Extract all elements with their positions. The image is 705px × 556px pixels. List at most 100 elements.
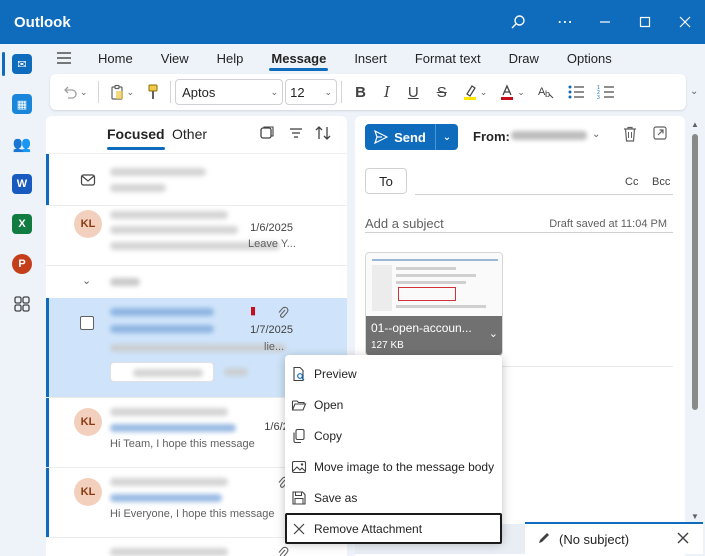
menu-item-save-as[interactable]: Save as (285, 482, 502, 513)
window-controls: ⋯ (545, 0, 705, 44)
section-older[interactable]: ⌄ (46, 266, 347, 296)
message-preview: lie... (264, 341, 285, 353)
ribbon-expand-button[interactable]: ⌄ (690, 86, 698, 97)
sort-button[interactable] (314, 125, 332, 144)
bold-icon: B (355, 83, 366, 101)
menu-item-open[interactable]: Open (285, 389, 502, 420)
rail-mail[interactable]: ✉ (0, 44, 44, 84)
tab-other[interactable]: Other (172, 126, 207, 142)
menu-item-copy[interactable]: Copy (285, 420, 502, 451)
avatar: KL (74, 408, 102, 436)
hamburger-icon (57, 52, 71, 64)
close-draft-button[interactable] (677, 531, 689, 547)
tab-draw[interactable]: Draw (495, 44, 553, 72)
rail-powerpoint[interactable]: P (0, 244, 44, 284)
menu-item-remove-attachment[interactable]: Remove Attachment (285, 513, 502, 544)
tab-focused[interactable]: Focused (107, 126, 165, 150)
tab-home[interactable]: Home (84, 44, 147, 72)
font-family-select[interactable]: Aptos ⌄ (175, 79, 284, 105)
highlight-button[interactable]: ⌄ (456, 78, 494, 106)
rail-excel[interactable]: X (0, 204, 44, 244)
attachment-card[interactable]: 01--open-accoun... 127 KB ⌄ (365, 252, 503, 356)
strikethrough-button[interactable]: S (428, 78, 456, 106)
calendar-app-icon: ▦ (12, 94, 32, 114)
discard-button[interactable] (623, 126, 637, 145)
chevron-down-icon: ⌄ (82, 275, 92, 287)
send-main[interactable]: Send (365, 124, 436, 150)
select-mode-button[interactable] (259, 125, 275, 144)
tab-message[interactable]: Message (257, 44, 340, 72)
rail-people[interactable]: 👥 (0, 124, 44, 164)
minimize-button[interactable] (585, 0, 625, 44)
compose-scrollbar[interactable] (692, 134, 698, 410)
scroll-down-arrow[interactable]: ▼ (691, 512, 699, 521)
attachment-chip-redacted (133, 369, 203, 377)
tab-help[interactable]: Help (203, 44, 258, 72)
format-painter-button[interactable] (140, 78, 166, 106)
close-icon (677, 532, 689, 544)
attachment-context-menu: Preview Open Copy Move image to the mess… (285, 355, 502, 544)
sort-icon (315, 126, 331, 140)
attachment-more-redacted (224, 368, 248, 376)
filter-button[interactable] (288, 125, 304, 144)
open-folder-icon (291, 397, 307, 413)
menu-item-label: Save as (314, 490, 358, 505)
attachment-chip[interactable] (110, 362, 214, 382)
scroll-up-arrow[interactable]: ▲ (691, 120, 699, 129)
numbering-button[interactable]: 123 (591, 78, 621, 106)
pop-out-button[interactable] (653, 126, 667, 143)
svg-text:3: 3 (597, 95, 600, 100)
font-color-button[interactable]: ⌄ (493, 78, 531, 106)
tab-view[interactable]: View (147, 44, 203, 72)
send-options-button[interactable]: ⌄ (436, 124, 458, 150)
nav-menu-button[interactable] (44, 52, 84, 64)
font-size-select[interactable]: 12 ⌄ (285, 79, 338, 105)
rail-more-apps[interactable] (0, 284, 44, 324)
italic-icon: I (383, 83, 390, 101)
chevron-down-icon: ⌄ (270, 86, 279, 97)
send-button[interactable]: Send ⌄ (365, 124, 458, 150)
chevron-down-icon[interactable]: ⌄ (592, 129, 600, 140)
more-button[interactable]: ⋯ (545, 0, 585, 44)
sender-redacted (110, 168, 206, 176)
message-checkbox[interactable] (80, 316, 94, 330)
to-button[interactable]: To (365, 168, 407, 194)
toolbar-divider (97, 81, 99, 103)
menu-item-label: Remove Attachment (314, 521, 423, 536)
preview-icon (291, 366, 307, 382)
word-app-icon: W (12, 174, 32, 194)
rail-calendar[interactable]: ▦ (0, 84, 44, 124)
to-field[interactable] (415, 194, 673, 195)
clear-formatting-button[interactable]: Ab (531, 78, 561, 106)
rail-word[interactable]: W (0, 164, 44, 204)
search-button[interactable] (502, 0, 534, 44)
undo-button[interactable]: ⌄ (56, 78, 94, 106)
italic-button[interactable]: I (375, 78, 399, 106)
menu-item-move-to-body[interactable]: Move image to the message body (285, 451, 502, 482)
sender-redacted (110, 408, 228, 416)
menu-item-preview[interactable]: Preview (285, 358, 502, 389)
bold-button[interactable]: B (346, 78, 375, 106)
tab-options[interactable]: Options (553, 44, 626, 72)
tab-format-text[interactable]: Format text (401, 44, 495, 72)
draft-tab[interactable]: (No subject) (525, 522, 703, 554)
chevron-down-icon: ⌄ (517, 86, 525, 97)
preview-redacted (110, 344, 286, 352)
tab-insert[interactable]: Insert (340, 44, 401, 72)
subject-input[interactable]: Add a subject (365, 216, 444, 231)
bcc-button[interactable]: Bcc (652, 176, 670, 188)
attachment-menu-button[interactable]: ⌄ (489, 327, 498, 340)
from-address-redacted[interactable] (511, 131, 587, 140)
list-item[interactable]: KL 1/6/2025 Leave Y... (46, 206, 347, 266)
maximize-button[interactable] (625, 0, 665, 44)
close-window-button[interactable] (665, 0, 705, 44)
mail-app-icon: ✉ (12, 54, 32, 74)
cc-button[interactable]: Cc (625, 176, 638, 188)
underline-button[interactable]: U (399, 78, 428, 106)
attachment-info: 01--open-accoun... 127 KB ⌄ (366, 316, 502, 355)
flag-icon[interactable]: ▮ (250, 304, 256, 317)
bullets-button[interactable] (561, 78, 591, 106)
paste-button[interactable]: ⌄ (103, 78, 141, 106)
app-title: Outlook (14, 13, 71, 31)
list-item[interactable] (46, 154, 347, 206)
